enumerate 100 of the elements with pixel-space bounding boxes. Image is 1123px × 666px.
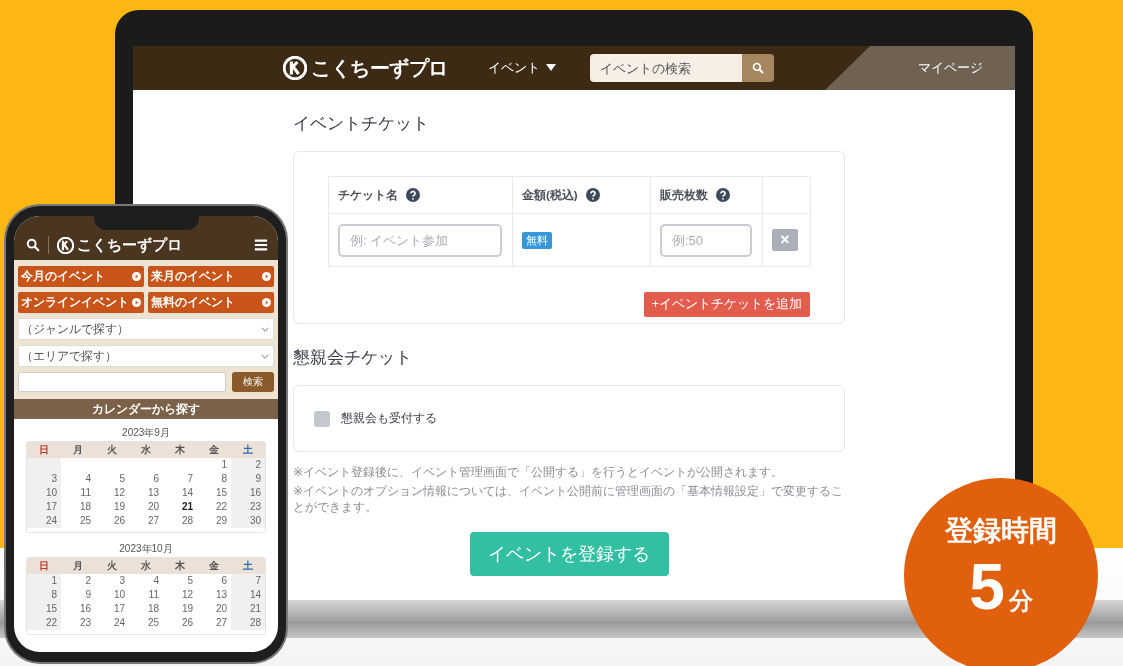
calendar-day[interactable]: 10 (95, 588, 129, 602)
calendar-day[interactable]: 1 (197, 458, 231, 472)
calendar-day[interactable]: 12 (163, 588, 197, 602)
calendar-day[interactable]: 12 (95, 486, 129, 500)
calendar-day[interactable]: 24 (95, 616, 129, 630)
logo-text: こくちーずプロ (77, 235, 182, 255)
quick-link-button[interactable]: オンラインイベント (18, 292, 144, 313)
quick-link-button[interactable]: 今月のイベント (18, 266, 144, 287)
calendar-day[interactable]: 13 (129, 486, 163, 500)
nav-link[interactable]: イベント (487, 59, 556, 77)
calendar-day[interactable]: 18 (61, 500, 95, 514)
calendar-day[interactable]: 28 (231, 616, 265, 630)
note-text: ※イベントのオプション情報については、イベント公開前に管理画面の「基本情報設定」で変更することができます。 (293, 483, 845, 515)
calendar-day[interactable]: 8 (27, 588, 61, 602)
calendar-day[interactable]: 3 (95, 574, 129, 588)
chevron-down-icon (261, 353, 269, 359)
calendar-day[interactable]: 26 (95, 514, 129, 528)
menu-icon[interactable] (254, 238, 268, 252)
calendar-day[interactable]: 9 (61, 588, 95, 602)
calendar-heading: カレンダーから探す (14, 399, 278, 419)
calendar-day[interactable]: 13 (197, 588, 231, 602)
calendar-day[interactable]: 6 (197, 574, 231, 588)
logo-icon (57, 236, 74, 254)
calendar-day[interactable]: 9 (231, 472, 265, 486)
calendar-day[interactable]: 27 (129, 514, 163, 528)
calendar-day[interactable]: 15 (197, 486, 231, 500)
calendar-day[interactable]: 7 (231, 574, 265, 588)
calendar-day[interactable]: 2 (231, 458, 265, 472)
logo-text: こくちーずプロ (311, 55, 448, 82)
section-title: イベントチケット (293, 113, 430, 135)
weekday-label: 月 (73, 560, 83, 571)
calendar-day[interactable]: 7 (163, 472, 197, 486)
search-button[interactable]: 検索 (232, 372, 274, 392)
search-button[interactable] (741, 54, 774, 82)
calendar-day[interactable]: 14 (231, 588, 265, 602)
calendar-day[interactable]: 24 (27, 514, 61, 528)
calendar-day[interactable]: 27 (197, 616, 231, 630)
calendar-day[interactable]: 15 (27, 602, 61, 616)
calendar-day[interactable]: 18 (129, 602, 163, 616)
calendar-day[interactable]: 22 (197, 500, 231, 514)
chevron-down-icon (261, 326, 269, 332)
calendar-day[interactable]: 17 (27, 500, 61, 514)
calendar-day[interactable]: 19 (163, 602, 197, 616)
calendar-title: 2023年10月 (118, 542, 174, 556)
column-header: 金額(税込) (522, 187, 578, 203)
weekday-label: 木 (175, 444, 185, 455)
calendar-day[interactable]: 29 (197, 514, 231, 528)
play-circle-icon (132, 298, 141, 307)
weekday-label: 日 (39, 560, 49, 571)
section-title: 懇親会チケット (293, 347, 413, 369)
calendar-day[interactable]: 5 (163, 574, 197, 588)
help-icon[interactable] (406, 188, 420, 202)
add-ticket-button[interactable]: +イベントチケットを追加 (643, 292, 810, 317)
dropdown-field[interactable]: （ジャンルで探す） (18, 318, 274, 340)
search-field[interactable]: イベントの検索 (589, 54, 742, 82)
weekday-label: 土 (243, 444, 253, 455)
logo-icon (283, 56, 307, 80)
ticket-name-field[interactable]: 例: イベント参加 (338, 223, 502, 257)
column-header: 販売枚数 (660, 187, 708, 203)
account-link[interactable]: マイページ (918, 59, 983, 77)
calendar-day[interactable]: 30 (231, 514, 265, 528)
help-icon[interactable] (716, 188, 730, 202)
calendar-day[interactable]: 16 (61, 602, 95, 616)
price-tag: 無料 (522, 231, 552, 249)
help-icon[interactable] (585, 188, 600, 202)
calendar-day[interactable]: 28 (163, 514, 197, 528)
calendar-day[interactable]: 25 (61, 514, 95, 528)
calendar-day[interactable]: 22 (27, 616, 61, 630)
calendar-day[interactable]: 5 (95, 472, 129, 486)
calendar-day[interactable]: 20 (197, 602, 231, 616)
calendar-day[interactable]: 4 (129, 574, 163, 588)
calendar-day[interactable]: 3 (27, 472, 61, 486)
calendar-day[interactable]: 17 (95, 602, 129, 616)
calendar-day[interactable]: 8 (197, 472, 231, 486)
calendar-day[interactable]: 25 (129, 616, 163, 630)
calendar-day[interactable]: 23 (231, 500, 265, 514)
calendar-day[interactable]: 11 (61, 486, 95, 500)
calendar-day[interactable]: 10 (27, 486, 61, 500)
calendar-day[interactable]: 4 (61, 472, 95, 486)
calendar-day[interactable]: 21 (163, 500, 197, 514)
quick-link-button[interactable]: 来月のイベント (148, 266, 274, 287)
quick-link-button[interactable]: 無料のイベント (148, 292, 274, 313)
calendar-day[interactable]: 2 (61, 574, 95, 588)
calendar-day[interactable]: 14 (163, 486, 197, 500)
calendar-day[interactable]: 6 (129, 472, 163, 486)
calendar-day[interactable]: 21 (231, 602, 265, 616)
calendar-day[interactable]: 23 (61, 616, 95, 630)
calendar-day[interactable]: 19 (95, 500, 129, 514)
search-icon[interactable] (26, 238, 40, 252)
calendar-day[interactable]: 26 (163, 616, 197, 630)
calendar-day[interactable]: 16 (231, 486, 265, 500)
calendar-day[interactable]: 20 (129, 500, 163, 514)
note-text: ※イベント登録後に、イベント管理画面で「公開する」を行うとイベントが公開されます。 (293, 464, 785, 480)
search-field[interactable] (18, 372, 226, 392)
dropdown-field[interactable]: （エリアで探す） (18, 345, 274, 367)
badge-value: 5 (969, 554, 1005, 620)
calendar-day[interactable]: 1 (27, 574, 61, 588)
checkbox[interactable] (314, 410, 330, 427)
quantity-field[interactable]: 例:50 (660, 223, 752, 257)
calendar-day[interactable]: 11 (129, 588, 163, 602)
